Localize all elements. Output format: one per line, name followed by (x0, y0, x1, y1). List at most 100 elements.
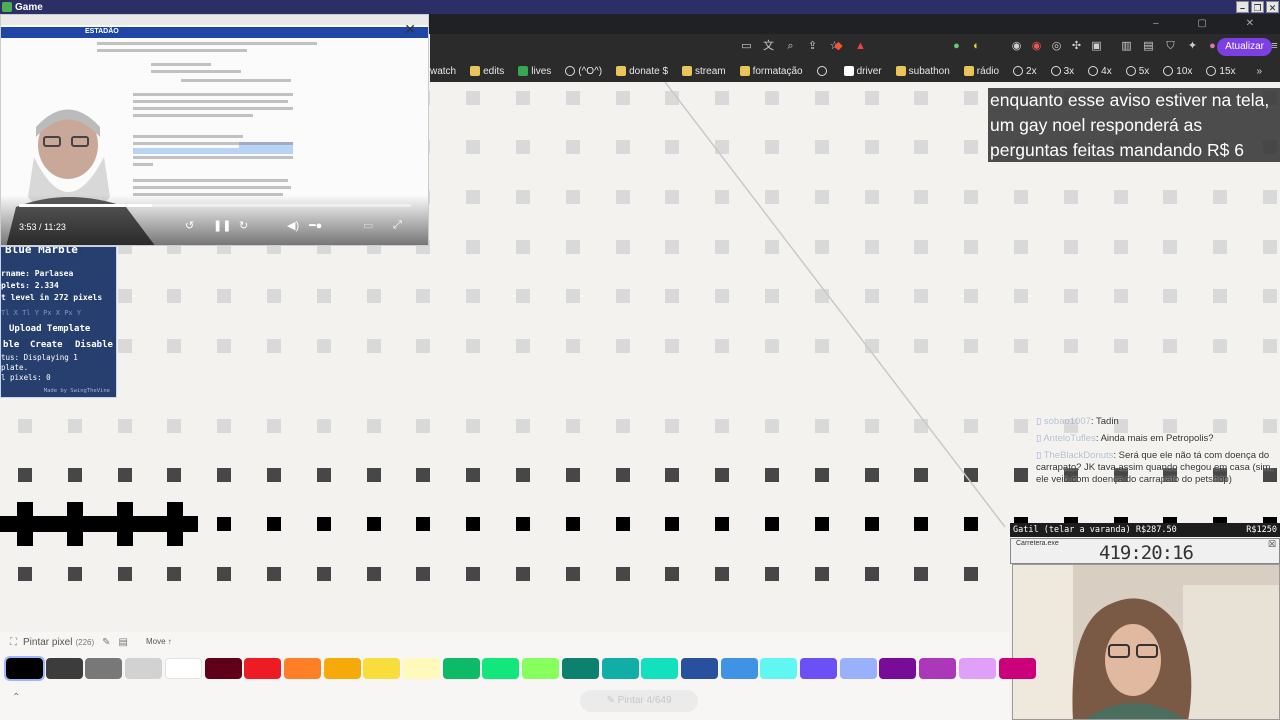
canvas-pixel[interactable] (964, 240, 978, 254)
canvas-pixel[interactable] (516, 339, 530, 353)
canvas-pixel[interactable] (665, 190, 679, 204)
canvas-pixel[interactable] (1014, 240, 1028, 254)
painted-pixel-band[interactable] (0, 516, 198, 532)
disable-button[interactable]: Disable (73, 340, 115, 350)
canvas-pixel[interactable] (317, 517, 331, 531)
fullscreen-icon[interactable]: ⤢ (393, 219, 402, 232)
canvas-pixel[interactable] (516, 190, 530, 204)
canvas-pixel[interactable] (765, 190, 779, 204)
canvas-pixel[interactable] (765, 289, 779, 303)
leo-icon[interactable]: ✦ (1186, 40, 1199, 53)
captions-icon[interactable]: ▭ (363, 219, 373, 232)
canvas-pixel[interactable] (665, 567, 679, 581)
canvas-pixel[interactable] (516, 419, 530, 433)
canvas-pixel[interactable] (964, 91, 978, 105)
canvas-pixel[interactable] (865, 190, 879, 204)
canvas-pixel[interactable] (1014, 190, 1028, 204)
canvas-pixel[interactable] (1263, 240, 1277, 254)
canvas-pixel[interactable] (815, 339, 829, 353)
bookmark-item[interactable]: driver (843, 66, 882, 77)
color-swatch[interactable] (641, 658, 679, 679)
extension-icon-4[interactable]: ◎ (1050, 40, 1063, 53)
canvas-pixel[interactable] (715, 190, 729, 204)
canvas-pixel[interactable] (865, 140, 879, 154)
chat-username[interactable]: AnteloTufles (1043, 433, 1095, 444)
canvas-pixel[interactable] (715, 517, 729, 531)
canvas-pixel[interactable] (1014, 419, 1028, 433)
video-close-icon[interactable]: ✕ (404, 21, 416, 38)
canvas-pixel[interactable] (616, 419, 630, 433)
canvas-pixel[interactable] (217, 517, 231, 531)
extension-icon-2[interactable]: ◉ (1010, 40, 1023, 53)
canvas-pixel[interactable] (1163, 240, 1177, 254)
canvas-pixel[interactable] (267, 289, 281, 303)
canvas-pixel[interactable] (516, 240, 530, 254)
expand-chevron-icon[interactable]: ⌃ (12, 692, 20, 703)
canvas-pixel[interactable] (566, 419, 580, 433)
canvas-pixel[interactable] (516, 289, 530, 303)
color-swatch[interactable] (760, 658, 798, 679)
canvas-pixel[interactable] (865, 468, 879, 482)
canvas-pixel[interactable] (715, 339, 729, 353)
canvas-pixel[interactable] (1114, 289, 1128, 303)
canvas-pixel[interactable] (267, 339, 281, 353)
bookmark-item[interactable]: watch (430, 66, 456, 77)
canvas-pixel[interactable] (914, 339, 928, 353)
canvas-pixel[interactable] (865, 419, 879, 433)
canvas-pixel[interactable] (416, 567, 430, 581)
canvas-pixel[interactable] (18, 468, 32, 482)
canvas-pixel[interactable] (317, 339, 331, 353)
canvas-pixel[interactable] (367, 468, 381, 482)
create-button[interactable]: Create (28, 340, 65, 350)
canvas-pixel[interactable] (217, 419, 231, 433)
canvas-pixel[interactable] (516, 567, 530, 581)
canvas-pixel[interactable] (616, 567, 630, 581)
canvas-pixel[interactable] (815, 190, 829, 204)
canvas-pixel[interactable] (665, 419, 679, 433)
canvas-pixel[interactable] (566, 140, 580, 154)
coordinate-inputs[interactable]: Tl X Tl Y Px X Px Y (1, 309, 81, 317)
zoom-icon[interactable]: ⌕ (784, 40, 797, 53)
canvas-pixel[interactable] (416, 289, 430, 303)
canvas-pixel[interactable] (317, 468, 331, 482)
canvas-pixel[interactable] (1163, 190, 1177, 204)
translate-icon[interactable]: 文 (762, 40, 775, 53)
canvas-pixel[interactable] (1014, 289, 1028, 303)
canvas-pixel[interactable] (964, 567, 978, 581)
canvas-pixel[interactable] (416, 517, 430, 531)
canvas-pixel[interactable] (715, 468, 729, 482)
pause-icon[interactable]: ❚❚ (213, 219, 231, 232)
canvas-pixel[interactable] (367, 419, 381, 433)
canvas-pixel[interactable] (815, 91, 829, 105)
brave-shield-icon[interactable]: ◆ (832, 40, 845, 53)
minimize-button[interactable]: – (1236, 1, 1249, 13)
color-swatch[interactable] (283, 658, 321, 679)
canvas-pixel[interactable] (167, 468, 181, 482)
canvas-pixel[interactable] (715, 140, 729, 154)
canvas-pixel[interactable] (68, 468, 82, 482)
color-swatch[interactable] (125, 658, 163, 679)
canvas-pixel[interactable] (118, 339, 132, 353)
canvas-pixel[interactable] (815, 567, 829, 581)
color-swatch[interactable] (244, 658, 282, 679)
color-swatch[interactable] (323, 658, 361, 679)
paint-button[interactable]: ✎ Pintar 4/649 (580, 690, 698, 712)
canvas-pixel[interactable] (964, 419, 978, 433)
color-swatch[interactable] (85, 658, 123, 679)
bookmark-item[interactable]: 15x (1206, 66, 1236, 77)
canvas-pixel[interactable] (616, 91, 630, 105)
canvas-pixel[interactable] (914, 91, 928, 105)
canvas-pixel[interactable] (167, 339, 181, 353)
canvas-pixel[interactable] (18, 419, 32, 433)
canvas-pixel[interactable] (566, 567, 580, 581)
canvas-pixel[interactable] (167, 289, 181, 303)
canvas-pixel[interactable] (616, 339, 630, 353)
canvas-pixel[interactable] (466, 190, 480, 204)
canvas-pixel[interactable] (466, 567, 480, 581)
canvas-pixel[interactable] (267, 517, 281, 531)
canvas-pixel[interactable] (466, 339, 480, 353)
canvas-pixel[interactable] (68, 419, 82, 433)
canvas-pixel[interactable] (765, 240, 779, 254)
canvas-pixel[interactable] (1213, 339, 1227, 353)
canvas-pixel[interactable] (765, 140, 779, 154)
